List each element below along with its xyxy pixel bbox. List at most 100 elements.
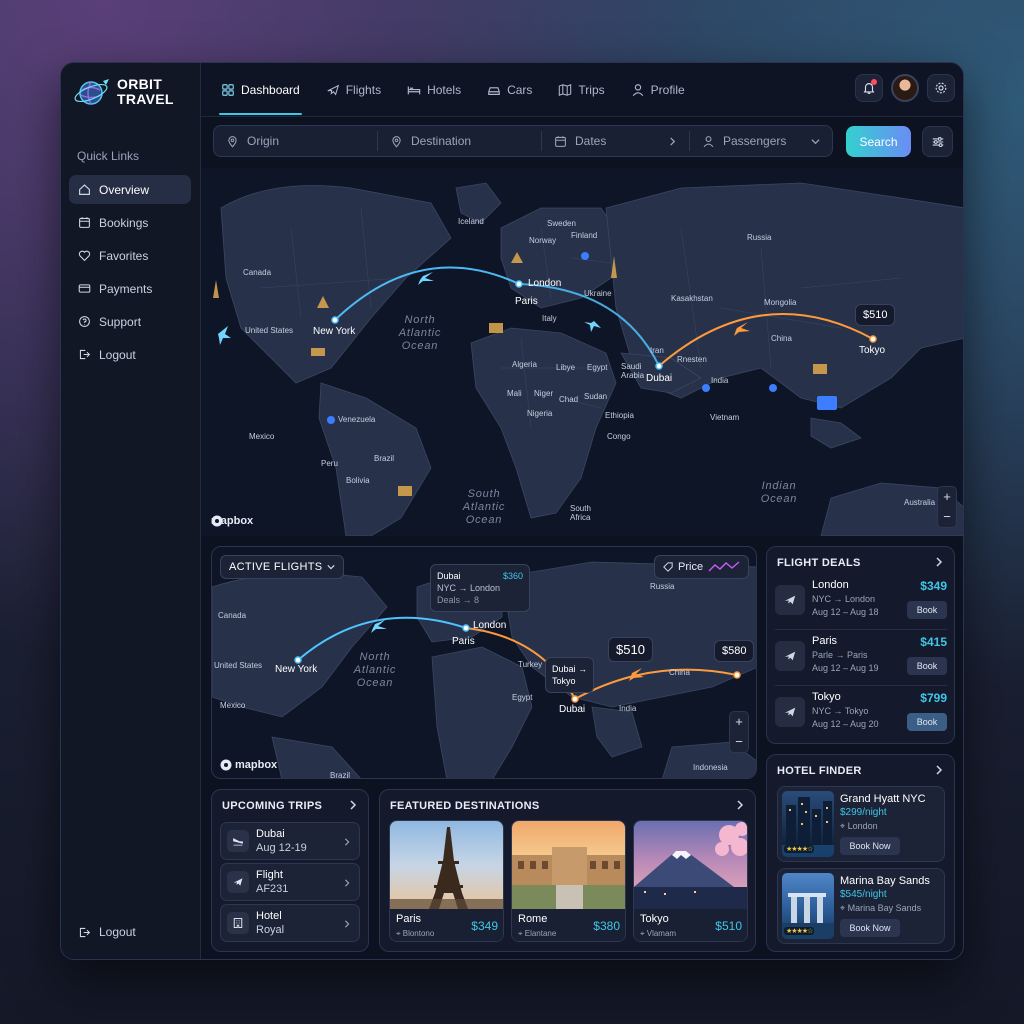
country-label: Canada xyxy=(218,611,247,620)
city-label-dubai[interactable]: Dubai xyxy=(559,704,585,715)
destination-name: Paris xyxy=(396,913,422,925)
country-label: Egypt xyxy=(587,363,608,372)
tab-profile[interactable]: Profile xyxy=(629,63,687,117)
book-now-button[interactable]: Book Now xyxy=(840,837,900,855)
chevron-right-icon[interactable] xyxy=(934,765,944,775)
zoom-in-button[interactable]: + xyxy=(735,712,743,732)
tab-hotels[interactable]: Hotels xyxy=(405,63,463,117)
country-label: China xyxy=(771,334,792,343)
country-label: Russia xyxy=(747,233,772,242)
city-label-paris[interactable]: Paris xyxy=(452,636,475,647)
map-pin xyxy=(581,252,589,260)
deal-item-paris[interactable]: Paris Parle → Paris Aug 12 – Aug 19 $415… xyxy=(775,633,947,683)
city-label-dubai[interactable]: Dubai xyxy=(646,373,672,384)
chevron-right-icon[interactable] xyxy=(934,557,944,567)
hotel-finder-title: HOTEL FINDER xyxy=(777,765,862,777)
tab-dashboard[interactable]: Dashboard xyxy=(219,63,302,117)
chevron-right-icon[interactable] xyxy=(348,800,358,810)
tab-label: Trips xyxy=(578,83,605,97)
city-label-tokyo[interactable]: Tokyo xyxy=(859,345,885,356)
destination-price: $349 xyxy=(471,919,498,933)
active-flights-dropdown[interactable]: ACTIVE FLIGHTS xyxy=(220,555,345,579)
passengers-field[interactable]: Passengers xyxy=(690,131,832,151)
destination-subtitle: ⌖ Elantane xyxy=(518,929,557,938)
book-button[interactable]: Book xyxy=(907,601,947,619)
avatar[interactable] xyxy=(891,74,919,102)
zoom-out-button[interactable]: − xyxy=(943,507,951,527)
city-label-london[interactable]: London xyxy=(528,278,561,289)
sidebar-item-overview[interactable]: Overview xyxy=(69,175,191,204)
hotel-card-marina-bay[interactable]: ★★★★☆ Marina Bay Sands $545/night ⌖ Mari… xyxy=(777,868,945,944)
country-label: Indonesia xyxy=(693,763,728,772)
city-label-newyork[interactable]: New York xyxy=(275,664,317,675)
dates-field[interactable]: Dates xyxy=(542,131,690,151)
search-button[interactable]: Search xyxy=(846,126,911,157)
plane-icon xyxy=(327,84,339,96)
country-label: Bolivia xyxy=(346,476,370,485)
price-marker[interactable]: $580 xyxy=(714,640,755,662)
country-label: Mongolia xyxy=(764,298,797,307)
globe-logo-icon xyxy=(74,79,109,105)
zoom-controls: + − xyxy=(937,486,957,528)
book-button[interactable]: Book xyxy=(907,657,947,675)
tab-trips[interactable]: Trips xyxy=(556,63,606,117)
country-label: Mexico xyxy=(249,432,275,441)
active-flights-map[interactable]: ACTIVE FLIGHTS Price Dubai $360 NYC → Lo… xyxy=(211,546,757,779)
book-now-button[interactable]: Book Now xyxy=(840,919,900,937)
trip-item-dubai[interactable]: Dubai Aug 12-19 xyxy=(220,822,360,860)
sidebar-item-bookings[interactable]: Bookings xyxy=(69,208,191,237)
brand-logo[interactable]: ORBIT TRAVEL xyxy=(73,77,174,107)
city-label-paris[interactable]: Paris xyxy=(515,296,538,307)
deal-item-london[interactable]: London NYC → London Aug 12 – Aug 18 $349… xyxy=(775,577,947,627)
trip-item-hotel[interactable]: Hotel Royal xyxy=(220,904,360,942)
destination-field[interactable]: Destination xyxy=(378,131,542,151)
zoom-out-button[interactable]: − xyxy=(735,732,743,752)
zoom-in-button[interactable]: + xyxy=(943,487,951,507)
destination-card-rome[interactable]: Rome ⌖ Elantane $380 xyxy=(511,820,626,942)
plane-icon xyxy=(775,641,805,671)
origin-field[interactable]: Origin xyxy=(214,131,378,151)
country-label: Sweden xyxy=(547,219,576,228)
country-label: Rnesten xyxy=(677,355,707,364)
country-label: Iceland xyxy=(458,217,484,226)
top-actions xyxy=(855,74,955,102)
filter-button[interactable] xyxy=(922,126,953,157)
deal-route: Parle → Paris xyxy=(812,650,868,660)
notifications-button[interactable] xyxy=(855,74,883,102)
chevron-right-icon[interactable] xyxy=(735,800,745,810)
tooltip-title: Dubai xyxy=(437,571,461,581)
rating-stars: ★★★★☆ xyxy=(784,845,815,853)
tab-flights[interactable]: Flights xyxy=(324,63,383,117)
building-icon xyxy=(227,912,249,934)
bed-icon xyxy=(407,86,421,95)
trip-item-flight[interactable]: Flight AF231 xyxy=(220,863,360,901)
world-map[interactable]: Iceland Sweden Finland Norway Russia Can… xyxy=(201,168,963,536)
sidebar-item-payments[interactable]: Payments xyxy=(69,274,191,303)
divider xyxy=(775,685,947,686)
destination-card-tokyo[interactable]: Tokyo ⌖ Vlamam $510 xyxy=(633,820,748,942)
price-marker[interactable]: $510 xyxy=(608,637,653,662)
map-pin xyxy=(327,416,335,424)
hotel-card-grand-hyatt[interactable]: ★★★★☆ Grand Hyatt NYC $299/night ⌖ Londo… xyxy=(777,786,945,862)
tab-cars[interactable]: Cars xyxy=(485,63,534,117)
home-icon xyxy=(79,184,90,195)
plane-landing-icon xyxy=(227,830,249,852)
price-marker[interactable]: $510 xyxy=(855,304,896,326)
country-label: South Africa xyxy=(570,504,591,522)
deal-item-tokyo[interactable]: Tokyo NYC → Tokyo Aug 12 – Aug 20 $799 B… xyxy=(775,689,947,739)
sidebar-item-logout[interactable]: Logout xyxy=(69,340,191,369)
city-label-newyork[interactable]: New York xyxy=(313,326,355,337)
destination-name: Rome xyxy=(518,913,548,925)
tab-label: Hotels xyxy=(427,83,462,97)
settings-button[interactable] xyxy=(927,74,955,102)
sidebar-item-support[interactable]: Support xyxy=(69,307,191,336)
sidebar-item-favorites[interactable]: Favorites xyxy=(69,241,191,270)
city-label-london[interactable]: London xyxy=(473,620,506,631)
book-button[interactable]: Book xyxy=(907,713,947,731)
sidebar-nav: Overview Bookings Favorites Payments Sup… xyxy=(69,175,191,373)
destination-card-paris[interactable]: Paris ⌖ Blontono $349 xyxy=(389,820,504,942)
tooltip-line2: Tokyo xyxy=(552,676,576,686)
sidebar-logout-bottom[interactable]: Logout xyxy=(78,925,136,939)
price-toggle[interactable]: Price xyxy=(654,555,750,579)
hotel-location-text: Marina Bay Sands xyxy=(847,903,922,913)
